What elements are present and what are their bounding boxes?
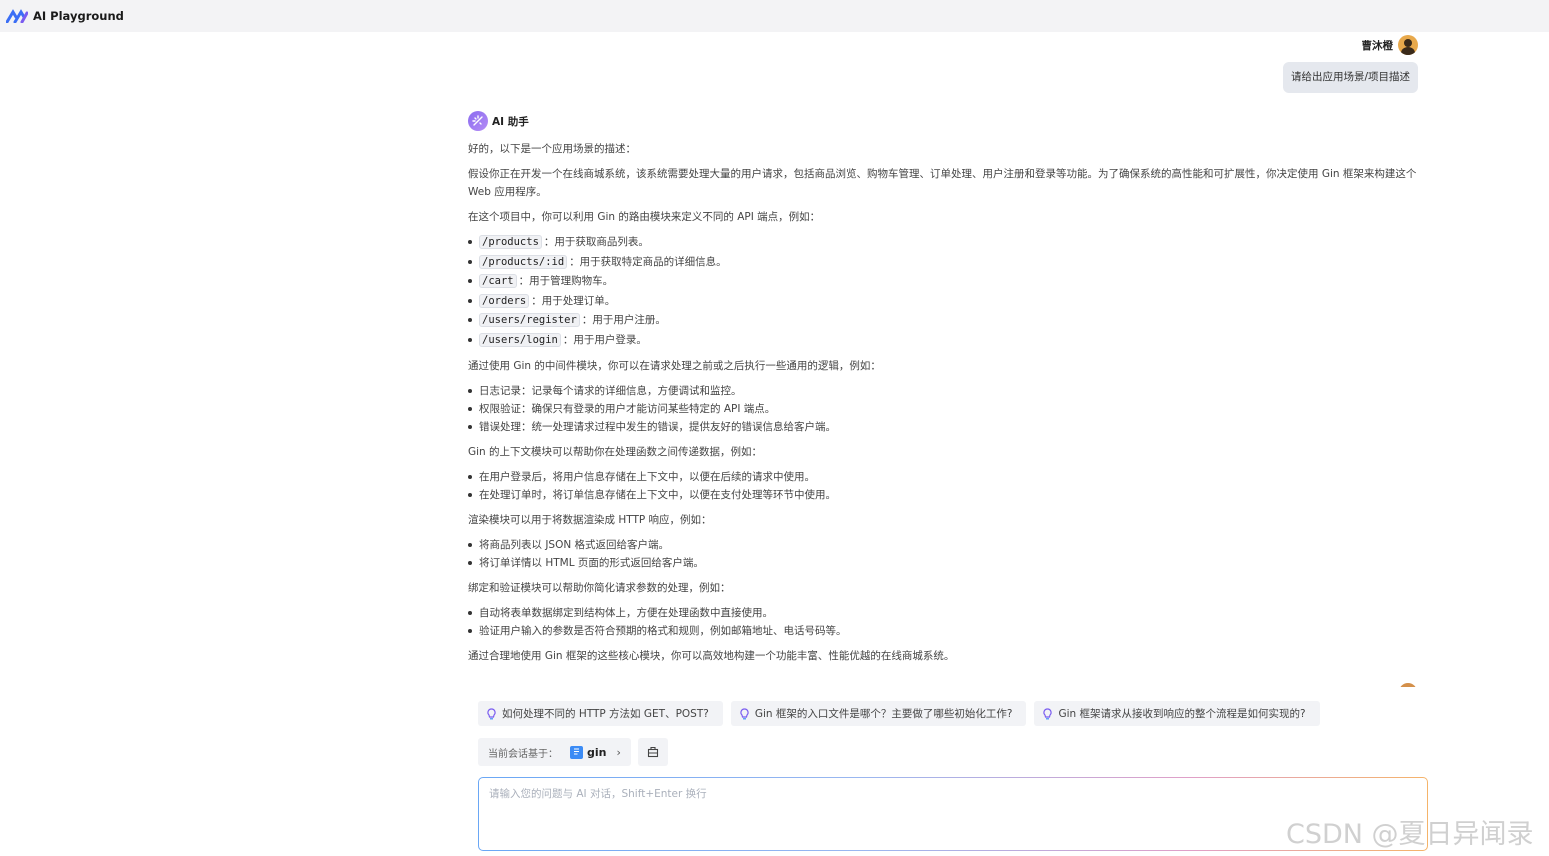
list-item: 在处理订单时，将订单信息存储在上下文中，以便在支付处理等环节中使用。: [468, 486, 1418, 504]
user-avatar: [1398, 35, 1418, 55]
settings-button[interactable]: [637, 738, 668, 766]
bulb-icon: [740, 707, 749, 719]
user-header: 曹沐橙: [1361, 35, 1418, 55]
app-title: AI Playground: [33, 9, 124, 23]
list-item: /users/register ：用于用户注册。: [468, 311, 1418, 331]
route-desc: ：用于用户注册。: [581, 314, 666, 326]
routes-list: /products ：用于获取商品列表。 /products/:id ：用于获取特定…: [468, 233, 1418, 350]
binding-list: 自动将表单数据绑定到结构体上，方便在处理函数中直接使用。 验证用户输入的参数是否…: [468, 604, 1418, 640]
suggestion-text: 如何处理不同的 HTTP 方法如 GET、POST?: [502, 708, 709, 720]
route-desc: ：用于用户登录。: [562, 333, 647, 346]
context-label: 当前会话基于：: [488, 748, 558, 760]
chevron-right-icon: ›: [616, 745, 621, 759]
suggestion-chip[interactable]: Gin 框架的入口文件是哪个？主要做了哪些初始化工作?: [730, 701, 1027, 726]
watermark: CSDN @夏日异闻录: [1286, 819, 1534, 850]
middleware-list: 日志记录：记录每个请求的详细信息，方便调试和监控。 权限验证：确保只有登录的用户…: [468, 382, 1418, 436]
route-desc: ：用于获取特定商品的详细信息。: [569, 255, 727, 268]
list-item: /products/:id ：用于获取特定商品的详细信息。: [468, 253, 1418, 273]
bulb-icon: [1043, 707, 1053, 719]
suggestion-chip[interactable]: 如何处理不同的 HTTP 方法如 GET、POST?: [478, 701, 723, 726]
answer-paragraph: 通过使用 Gin 的中间件模块，你可以在请求处理之前或之后执行一些通用的逻辑，例…: [468, 360, 881, 372]
bulb-icon: [487, 707, 496, 719]
assistant-header: AI 助手: [468, 111, 529, 131]
route-code: /users/login: [479, 332, 561, 347]
list-item: 验证用户输入的参数是否符合预期的格式和规则，例如邮箱地址、电话号码等。: [468, 622, 1418, 640]
answer-paragraph: 假设你正在开发一个在线商城系统，该系统需要处理大量的用户请求，包括商品浏览、购物…: [468, 168, 1417, 198]
route-code: /orders: [479, 293, 530, 308]
chat-input[interactable]: [489, 786, 1417, 842]
list-item: /cart ：用于管理购物车。: [468, 272, 1418, 292]
ai-avatar-icon: [468, 111, 488, 131]
route-desc: ：用于管理购物车。: [518, 275, 614, 287]
suggestion-text: Gin 框架请求从接收到响应的整个流程是如何实现的?: [1058, 708, 1306, 720]
logo-icon: [6, 9, 28, 23]
answer-paragraph: 渲染模块可以用于将数据渲染成 HTTP 响应，例如：: [468, 514, 712, 526]
answer-paragraph: 通过合理地使用 Gin 框架的这些核心模块，你可以高效地构建一个功能丰富、性能优…: [468, 650, 955, 662]
list-item: 在用户登录后，将用户信息存储在上下文中，以便在后续的请求中使用。: [468, 468, 1418, 486]
user-avatar-partial: [1399, 683, 1417, 687]
route-code: /products/:id: [479, 254, 568, 269]
document-icon: [570, 745, 583, 759]
assistant-answer: 好的，以下是一个应用场景的描述： 假设你正在开发一个在线商城系统，该系统需要处理…: [468, 140, 1418, 672]
render-list: 将商品列表以 JSON 格式返回给客户端。 将订单详情以 HTML 页面的形式返…: [468, 536, 1418, 572]
knowledge-base-name: gin: [587, 745, 607, 759]
list-item: /products ：用于获取商品列表。: [468, 233, 1418, 253]
user-message: 请给出应用场景/项目描述: [1282, 62, 1418, 93]
list-item: /orders ：用于处理订单。: [468, 292, 1418, 312]
list-item: 自动将表单数据绑定到结构体上，方便在处理函数中直接使用。: [468, 604, 1418, 622]
settings-icon: [647, 746, 658, 758]
route-code: /cart: [479, 274, 517, 288]
route-desc: ：用于获取商品列表。: [543, 236, 649, 248]
list-item: 权限验证：确保只有登录的用户才能访问某些特定的 API 端点。: [468, 400, 1418, 418]
list-item: 将订单详情以 HTML 页面的形式返回给客户端。: [468, 554, 1418, 572]
context-list: 在用户登录后，将用户信息存储在上下文中，以便在后续的请求中使用。 在处理订单时，…: [468, 468, 1418, 504]
answer-intro: 好的，以下是一个应用场景的描述：: [468, 143, 636, 155]
answer-paragraph: 在这个项目中，你可以利用 Gin 的路由模块来定义不同的 API 端点，例如：: [468, 211, 821, 223]
chat-input-container: [479, 778, 1427, 850]
answer-paragraph: 绑定和验证模块可以帮助你简化请求参数的处理，例如：: [468, 582, 731, 594]
list-item: 日志记录：记录每个请求的详细信息，方便调试和监控。: [468, 382, 1418, 400]
route-code: /users/register: [479, 313, 580, 327]
suggestion-list: 如何处理不同的 HTTP 方法如 GET、POST? Gin 框架的入口文件是哪…: [478, 701, 1320, 726]
list-item: 错误处理：统一处理请求过程中发生的错误，提供友好的错误信息给客户端。: [468, 418, 1418, 436]
list-item: 将商品列表以 JSON 格式返回给客户端。: [468, 536, 1418, 554]
answer-paragraph: Gin 的上下文模块可以帮助你在处理函数之间传递数据，例如：: [468, 446, 763, 458]
context-row: 当前会话基于： gin ›: [478, 738, 668, 766]
knowledge-base-selector[interactable]: 当前会话基于： gin ›: [478, 738, 631, 766]
route-code: /products: [479, 235, 542, 249]
route-desc: ：用于处理订单。: [531, 294, 616, 307]
top-bar: AI Playground: [0, 0, 1549, 32]
suggestion-text: Gin 框架的入口文件是哪个？主要做了哪些初始化工作?: [754, 708, 1013, 720]
list-item: /users/login ：用于用户登录。: [468, 331, 1418, 351]
suggestion-chip[interactable]: Gin 框架请求从接收到响应的整个流程是如何实现的?: [1034, 701, 1320, 726]
assistant-name: AI 助手: [492, 115, 529, 128]
user-name: 曹沐橙: [1361, 39, 1394, 52]
